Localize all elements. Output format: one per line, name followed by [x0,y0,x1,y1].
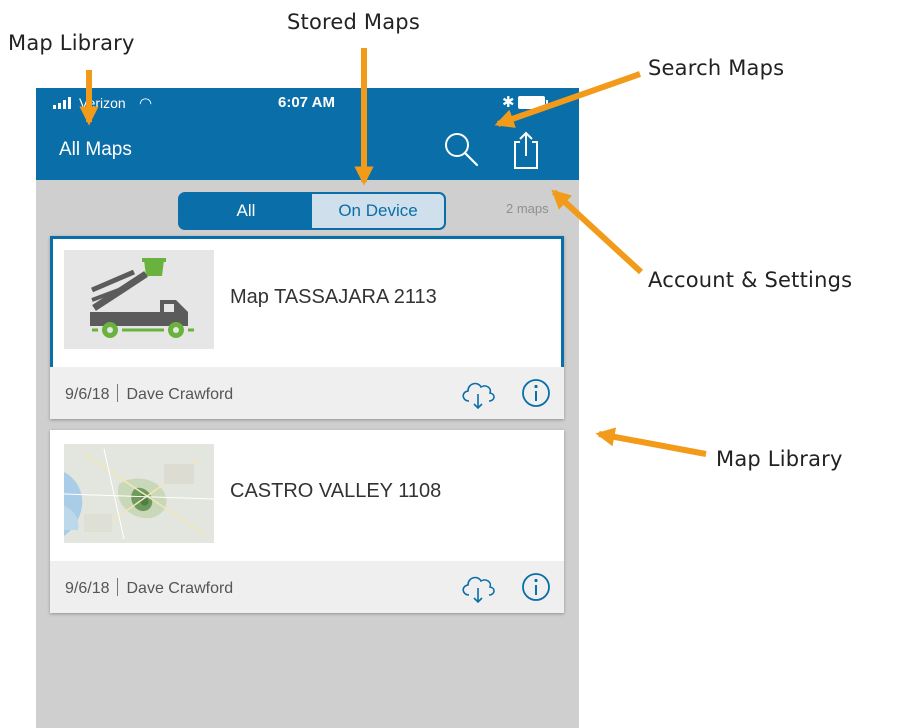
signal-icon [53,97,71,109]
bluetooth-icon: ✱ [502,94,515,111]
map-card[interactable]: Map TASSAJARA 2113 9/6/18 Dave Crawford [50,236,564,419]
callout-stored-maps: Stored Maps [287,10,420,34]
info-icon[interactable] [520,571,552,603]
map-author: Dave Crawford [126,386,234,403]
status-bar: Verizon ◠ 6:07 AM ✱ [36,88,579,116]
callout-map-library-top: Map Library [8,31,135,55]
segment-all[interactable]: All [180,194,312,228]
share-icon[interactable] [506,130,546,172]
cloud-download-icon[interactable] [459,378,497,410]
callout-map-library-right: Map Library [716,447,843,471]
arrow-map-library-right [595,427,707,457]
phone-screen: Verizon ◠ 6:07 AM ✱ All Maps All On Devi… [36,88,579,728]
map-metadata: 9/6/18 Dave Crawford [65,384,233,404]
map-metadata: 9/6/18 Dave Crawford [65,578,233,598]
callout-account-settings: Account & Settings [648,268,853,292]
battery-icon [518,96,548,109]
divider [117,384,119,402]
card-footer: 9/6/18 Dave Crawford [50,561,564,613]
truck-icon [64,250,214,349]
map-date: 9/6/18 [65,386,110,403]
carrier-label: Verizon [79,95,126,111]
callout-search-maps: Search Maps [648,56,785,80]
search-icon[interactable] [440,130,484,170]
map-thumbnail [64,444,214,543]
wifi-icon: ◠ [139,95,153,112]
card-footer: 9/6/18 Dave Crawford [50,367,564,419]
info-icon[interactable] [520,377,552,409]
map-author: Dave Crawford [126,580,234,597]
map-thumbnail-image [64,444,214,543]
map-count: 2 maps [506,201,549,216]
navigation-bar: Verizon ◠ 6:07 AM ✱ All Maps [36,88,579,180]
divider [117,578,119,596]
map-card[interactable]: CASTRO VALLEY 1108 9/6/18 Dave Crawford [50,430,564,613]
cloud-download-icon[interactable] [459,572,497,604]
filter-segmented-control: All On Device [178,192,446,230]
segment-on-device[interactable]: On Device [312,194,444,228]
map-title: CASTRO VALLEY 1108 [230,480,442,502]
map-title: Map TASSAJARA 2113 [230,286,437,308]
clock: 6:07 AM [278,94,335,111]
map-date: 9/6/18 [65,580,110,597]
page-title: All Maps [59,139,132,160]
map-thumbnail [64,250,214,349]
